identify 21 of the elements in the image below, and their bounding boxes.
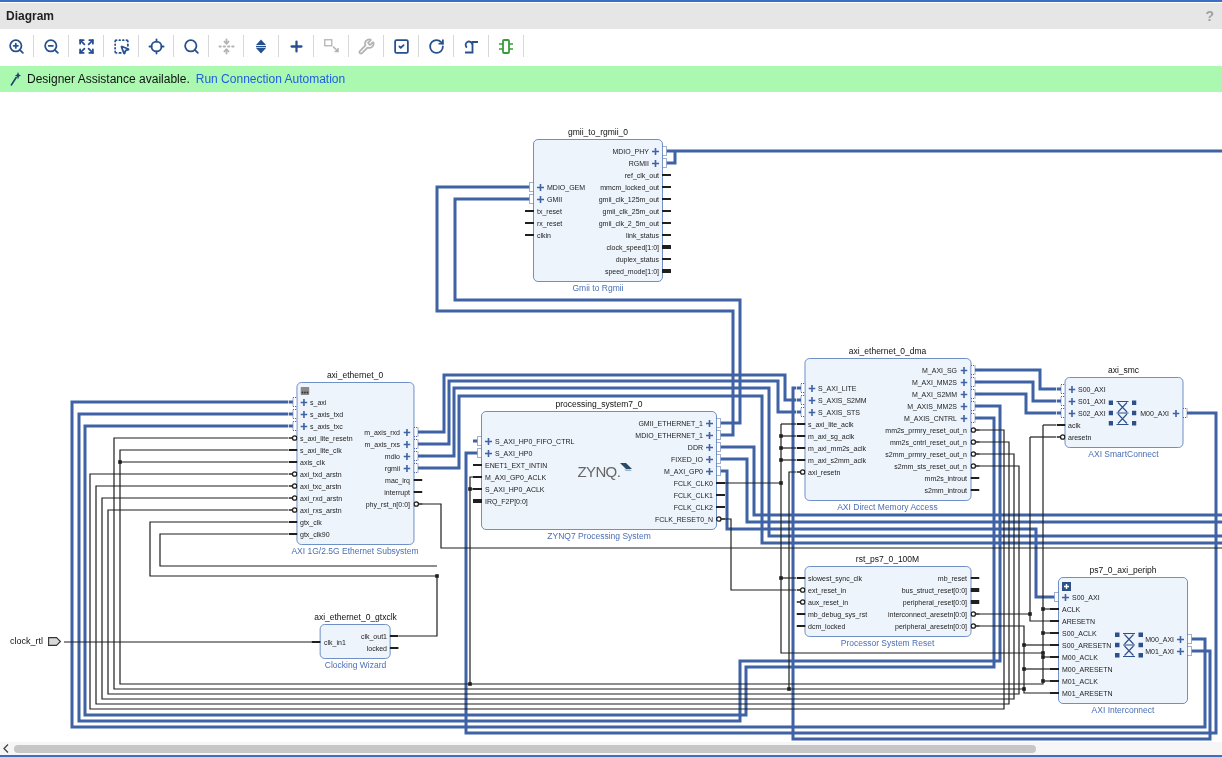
port-icon [499, 38, 513, 54]
route-icon [463, 38, 479, 54]
connection-automation-link[interactable]: Run Connection Automation [195, 72, 346, 86]
zoom-in-icon [7, 37, 25, 55]
collapse-arrows-icon [217, 37, 235, 55]
four-arrows-icon [77, 37, 95, 55]
search-icon [182, 37, 200, 55]
box-arrow-icon [323, 39, 339, 53]
scrollbar-thumb[interactable] [14, 744, 1036, 753]
dashed-select-icon [112, 37, 130, 55]
checkbox-icon [392, 37, 410, 55]
panel-title: Diagram [6, 9, 55, 23]
crosshair-icon [147, 37, 165, 55]
refresh-icon [427, 37, 445, 55]
chevron-left-icon[interactable] [3, 744, 9, 753]
plus-icon [287, 37, 305, 55]
banner-message: Designer Assistance available. [27, 72, 190, 86]
wand-icon [10, 72, 21, 86]
wrench-icon [357, 37, 375, 55]
zoom-out-icon [42, 37, 60, 55]
up-down-triangles-icon [255, 38, 267, 54]
